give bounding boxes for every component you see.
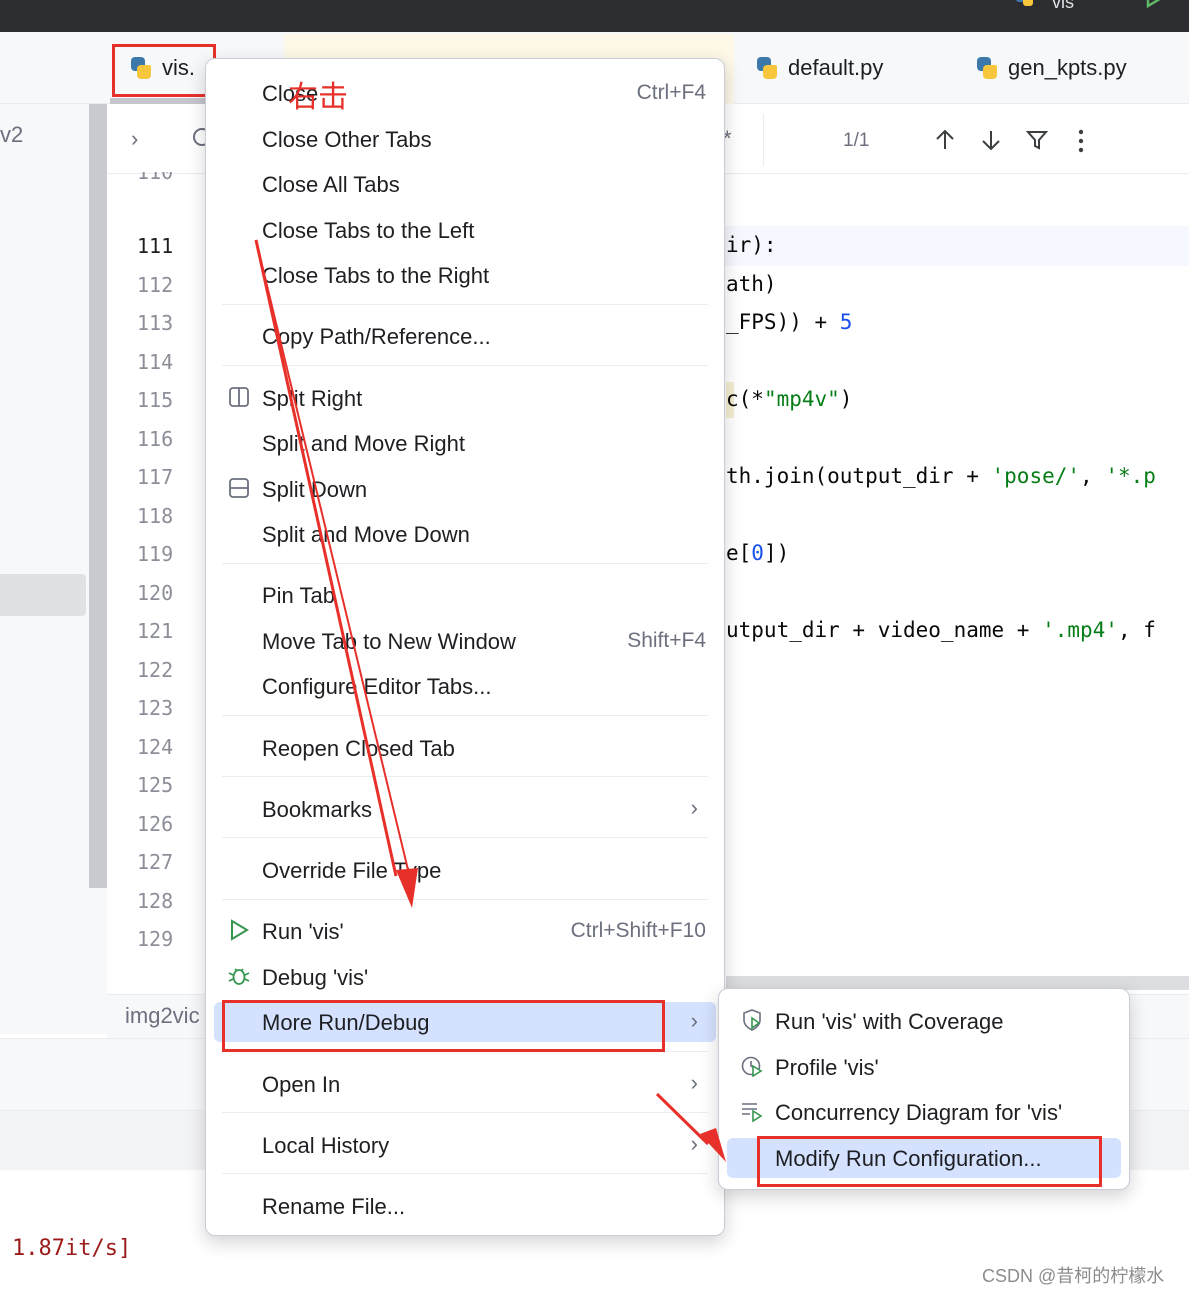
annotation-arrow-down [254, 239, 418, 908]
annotation-arrow-submenu [655, 1092, 726, 1162]
annotation-arrows [254, 239, 726, 1162]
